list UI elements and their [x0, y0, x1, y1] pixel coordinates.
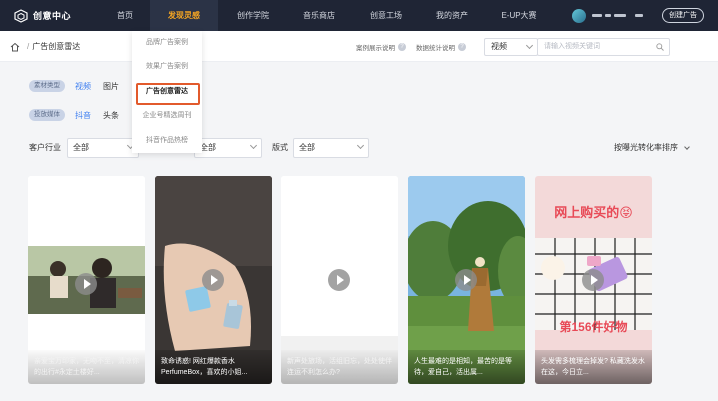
- breadcrumb-current: 广告创意雷达: [32, 42, 81, 51]
- menu-item-ad-creative-radar[interactable]: 广告创意雷达: [132, 80, 202, 106]
- filter-option-video[interactable]: 视频: [75, 81, 91, 92]
- search-type-select[interactable]: 视频: [484, 38, 538, 56]
- nav-item-home[interactable]: 首页: [102, 0, 148, 31]
- format-value: 全部: [299, 143, 315, 152]
- media-tag: 投放媒体: [29, 109, 65, 121]
- card-badge: 第156件好物: [559, 320, 628, 334]
- card-caption: 新声处旅场，活组旧忘，处处使伴连运不利怎么办?: [281, 350, 398, 384]
- stats-note-link[interactable]: 数据统计说明 ?: [416, 42, 466, 52]
- select-filters: 客户行业 全部 全部 版式 全部 按曝光转化率排序: [29, 138, 690, 158]
- video-card[interactable]: 新声处旅场，活组旧忘，处处使伴连运不利怎么办?: [281, 176, 398, 384]
- material-type-filter: 素材类型 视频 图片: [29, 80, 131, 92]
- video-card[interactable]: 亲爱宝万印家，无吻不至，清凉你的出行#永定土楼好...: [28, 176, 145, 384]
- menu-item-brand-ad-cases[interactable]: 品牌广告案例: [132, 31, 202, 55]
- search-icon[interactable]: [656, 43, 664, 51]
- chevron-down-icon: [684, 144, 690, 150]
- inspiration-dropdown-menu: 品牌广告案例 效果广告案例 广告创意雷达 企业号精选周刊 抖音作品热榜: [132, 31, 202, 153]
- breadcrumb-separator: /: [27, 42, 30, 51]
- menu-item-performance-ad-cases[interactable]: 效果广告案例: [132, 55, 202, 79]
- filter-option-image[interactable]: 图片: [103, 81, 119, 92]
- menu-item-enterprise-weekly[interactable]: 企业号精选周刊: [132, 104, 202, 128]
- filter-option-toutiao[interactable]: 头条: [103, 110, 119, 121]
- brand-logo[interactable]: 创意中心: [14, 8, 102, 23]
- nav-item-eup-contest[interactable]: E-UP大赛: [484, 0, 554, 31]
- industry-label: 客户行业: [29, 143, 61, 152]
- play-icon[interactable]: [455, 269, 477, 291]
- case-note-link[interactable]: 案例展示说明 ?: [356, 42, 406, 52]
- card-caption: 头发需多梳理会掉发? 私藏洗发水在这，今日立...: [535, 350, 652, 384]
- case-note-label: 案例展示说明: [356, 44, 395, 52]
- create-ad-button[interactable]: 创建广告: [662, 8, 704, 23]
- nav-item-my-assets[interactable]: 我的资产: [420, 0, 484, 31]
- top-nav: 创意中心 首页 发现灵感 创作学院 音乐商店 创意工场 我的资产 E-UP大赛 …: [0, 0, 718, 31]
- chevron-down-icon: [249, 141, 258, 150]
- play-icon[interactable]: [582, 269, 604, 291]
- play-icon[interactable]: [202, 269, 224, 291]
- search-type-value: 视频: [491, 42, 507, 51]
- home-icon[interactable]: [10, 42, 20, 52]
- nav-item-creative-workshop[interactable]: 创意工场: [352, 0, 420, 31]
- card-caption: 人生最难的是相知，最苦的是等待，爱自己，活出属...: [408, 350, 525, 384]
- stats-note-label: 数据统计说明: [416, 44, 455, 52]
- format-label: 版式: [272, 143, 288, 152]
- nav-item-academy[interactable]: 创作学院: [220, 0, 286, 31]
- play-icon[interactable]: [328, 269, 350, 291]
- nav-item-inspiration[interactable]: 发现灵感: [150, 0, 218, 31]
- sort-label: 按曝光转化率排序: [614, 143, 678, 152]
- card-headline: 网上购买的😝: [554, 205, 633, 220]
- avatar[interactable]: [572, 8, 586, 23]
- user-area: 创建广告: [572, 0, 704, 31]
- media-filter: 投放媒体 抖音 头条: [29, 109, 131, 121]
- brand-name: 创意中心: [33, 11, 72, 21]
- video-card[interactable]: 网上购买的😝 第156件好物 头发需多梳理会掉发? 私藏洗发水在这，今日立...: [535, 176, 652, 384]
- filter-option-douyin[interactable]: 抖音: [75, 110, 91, 121]
- card-caption: 亲爱宝万印家，无吻不至，清凉你的出行#永定土楼好...: [28, 350, 145, 384]
- breadcrumb: / 广告创意雷达: [10, 31, 80, 62]
- video-card[interactable]: 致命诱惑! 网红爆款香水PerfumeBox，喜欢的小姐...: [155, 176, 272, 384]
- sort-dropdown[interactable]: 按曝光转化率排序: [614, 138, 690, 158]
- main-nav: 首页 发现灵感 创作学院 音乐商店 创意工场 我的资产 E-UP大赛: [102, 0, 554, 31]
- chevron-down-icon: [525, 41, 534, 50]
- video-card[interactable]: 人生最难的是相知，最苦的是等待，爱自己，活出属...: [408, 176, 525, 384]
- help-links: 案例展示说明 ? 数据统计说明 ?: [356, 31, 476, 62]
- menu-item-douyin-hot-list[interactable]: 抖音作品热榜: [132, 129, 202, 153]
- search-input[interactable]: 请输入视频关键词: [537, 38, 670, 56]
- card-caption: 致命诱惑! 网红爆款香水PerfumeBox，喜欢的小姐...: [155, 350, 272, 384]
- format-select[interactable]: 全部: [293, 138, 369, 158]
- industry-value: 全部: [73, 143, 89, 152]
- chevron-down-icon: [356, 141, 365, 150]
- question-icon: ?: [458, 42, 466, 51]
- play-icon[interactable]: [75, 273, 97, 295]
- user-name-redacted[interactable]: [592, 14, 646, 17]
- search-placeholder: 请输入视频关键词: [544, 43, 600, 50]
- cube-logo-icon: [14, 8, 28, 23]
- secondary-select[interactable]: 全部: [194, 138, 262, 158]
- industry-select[interactable]: 全部: [67, 138, 139, 158]
- question-icon: ?: [398, 42, 406, 51]
- secondary-value: 全部: [200, 143, 216, 152]
- nav-item-music-store[interactable]: 音乐商店: [286, 0, 352, 31]
- material-type-tag: 素材类型: [29, 80, 65, 92]
